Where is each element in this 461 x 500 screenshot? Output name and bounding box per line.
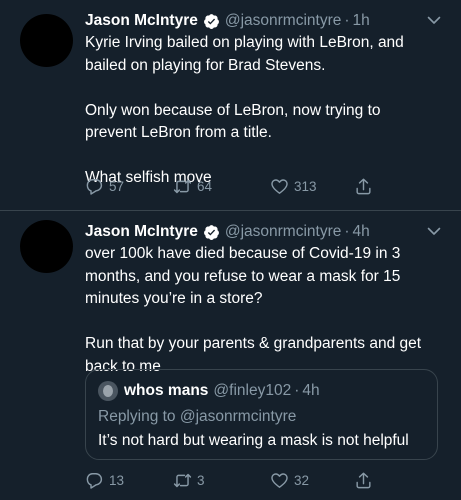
verified-badge-icon bbox=[203, 224, 220, 241]
reply-icon bbox=[86, 472, 103, 489]
like-button[interactable]: 32 bbox=[270, 471, 309, 490]
heart-icon bbox=[271, 178, 288, 194]
retweet-count: 64 bbox=[197, 178, 213, 194]
retweet-count: 3 bbox=[197, 472, 205, 488]
tweet[interactable]: Jason McIntyre @jasonrmcintyre · 1h Kyri… bbox=[0, 0, 461, 211]
share-icon bbox=[356, 178, 371, 194]
share-icon bbox=[356, 472, 371, 488]
chevron-down-icon[interactable] bbox=[427, 13, 441, 27]
separator-dot: · bbox=[344, 223, 350, 240]
quoted-tweet[interactable]: whos mans @finley102 · 4h Replying to @j… bbox=[85, 369, 438, 460]
timestamp[interactable]: 1h bbox=[353, 12, 370, 30]
reply-count: 13 bbox=[109, 472, 125, 488]
separator-dot: · bbox=[294, 382, 300, 399]
like-count: 32 bbox=[294, 472, 310, 488]
avatar[interactable] bbox=[20, 14, 73, 67]
reply-count: 57 bbox=[109, 178, 125, 194]
quoted-author-handle: @finley102 bbox=[213, 382, 292, 399]
replying-to: Replying to @jasonrmcintyre bbox=[98, 408, 296, 426]
reply-button[interactable]: 13 bbox=[85, 471, 124, 490]
share-button[interactable] bbox=[354, 177, 378, 196]
tweet[interactable]: Jason McIntyre @jasonrmcintyre · 4h over… bbox=[0, 211, 461, 500]
author-name[interactable]: Jason McIntyre bbox=[85, 12, 198, 30]
tweet-text: Kyrie Irving bailed on playing with LeBr… bbox=[85, 34, 404, 186]
tweet-header: Jason McIntyre @jasonrmcintyre · 1h bbox=[85, 10, 433, 32]
quoted-tweet-header: whos mans @finley102 · 4h bbox=[98, 381, 320, 401]
timeline: Jason McIntyre @jasonrmcintyre · 1h Kyri… bbox=[0, 0, 461, 500]
reply-icon bbox=[86, 178, 103, 195]
tweet-actions: 13 3 32 bbox=[85, 470, 461, 490]
retweet-icon bbox=[173, 179, 192, 193]
quoted-timestamp: 4h bbox=[302, 382, 320, 399]
quoted-author-name: whos mans bbox=[124, 382, 209, 399]
share-button[interactable] bbox=[354, 471, 378, 490]
timestamp[interactable]: 4h bbox=[353, 223, 370, 241]
replying-to-label: Replying to bbox=[98, 408, 176, 425]
verified-badge-icon bbox=[203, 13, 220, 30]
tweet-actions: 57 64 313 bbox=[85, 176, 461, 196]
like-count: 313 bbox=[294, 178, 317, 194]
retweet-button[interactable]: 64 bbox=[173, 177, 212, 196]
retweet-icon bbox=[173, 473, 192, 487]
author-handle[interactable]: @jasonrmcintyre bbox=[225, 12, 342, 30]
chevron-down-icon[interactable] bbox=[427, 224, 441, 238]
tweet-header: Jason McIntyre @jasonrmcintyre · 4h bbox=[85, 221, 433, 243]
retweet-button[interactable]: 3 bbox=[173, 471, 205, 490]
avatar[interactable] bbox=[20, 220, 73, 273]
avatar bbox=[98, 381, 118, 401]
separator-dot: · bbox=[344, 12, 350, 29]
author-handle[interactable]: @jasonrmcintyre bbox=[225, 223, 342, 241]
tweet-text: over 100k have died because of Covid-19 … bbox=[85, 245, 422, 375]
heart-icon bbox=[271, 472, 288, 488]
like-button[interactable]: 313 bbox=[270, 177, 317, 196]
reply-button[interactable]: 57 bbox=[85, 177, 124, 196]
replying-to-handle[interactable]: @jasonrmcintyre bbox=[180, 408, 297, 425]
quoted-tweet-text: It’s not hard but wearing a mask is not … bbox=[98, 432, 409, 449]
author-name[interactable]: Jason McIntyre bbox=[85, 223, 198, 241]
